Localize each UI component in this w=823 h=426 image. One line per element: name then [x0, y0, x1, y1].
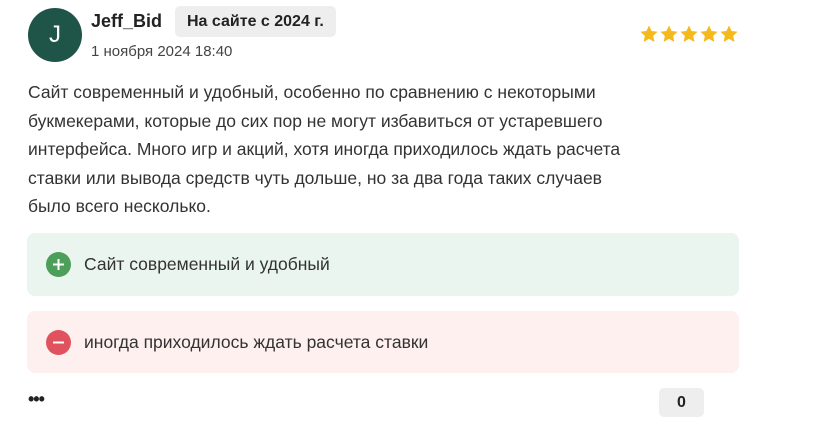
avatar-letter: J: [49, 21, 61, 48]
star-rating: [639, 24, 739, 44]
star-icon: [640, 25, 658, 42]
review-text: Сайт современный и удобный, особенно по …: [28, 82, 621, 216]
star-icon: [680, 25, 698, 42]
minus-icon: [46, 329, 71, 355]
cons-text: иногда приходилось ждать расчета ставки: [84, 331, 429, 352]
reaction-count[interactable]: 0: [659, 388, 704, 417]
star-icon: [660, 25, 678, 42]
member-since-label: На сайте с 2024 г.: [187, 12, 324, 30]
pros-box: Сайт современный и удобный: [27, 233, 739, 296]
member-since-badge: На сайте с 2024 г.: [175, 6, 336, 37]
cons-box: иногда приходилось ждать расчета ставки: [27, 311, 739, 373]
plus-icon: [46, 252, 71, 277]
reaction-count-value: 0: [677, 393, 686, 411]
avatar: J: [28, 8, 82, 62]
username[interactable]: Jeff_Bid: [91, 10, 162, 32]
more-options-button[interactable]: •••: [28, 390, 48, 412]
star-icon: [700, 25, 718, 42]
star-icon: [720, 25, 738, 42]
review-date: 1 ноября 2024 18:40: [91, 43, 233, 60]
pros-text: Сайт современный и удобный: [84, 254, 330, 274]
